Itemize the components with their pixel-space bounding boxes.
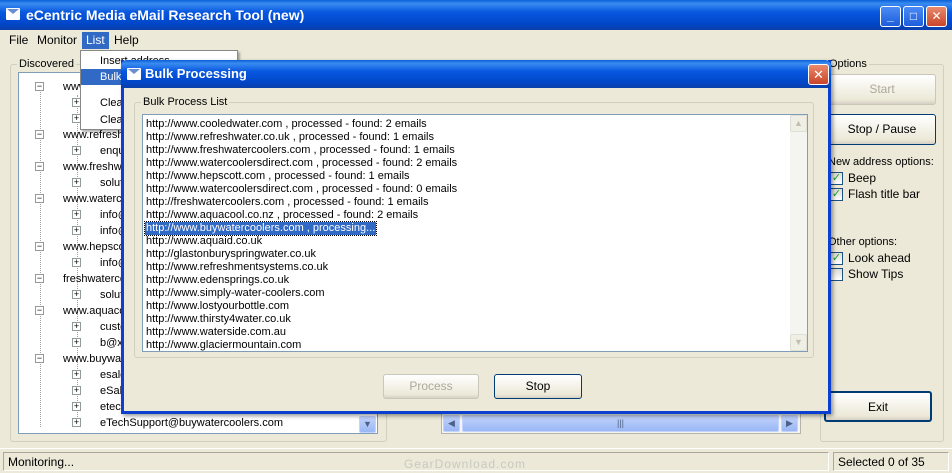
look-ahead-checkbox[interactable]: ✓ <box>830 252 843 265</box>
bulk-list-item[interactable]: http://www.freshwatercoolers.com , proce… <box>145 144 456 157</box>
tree-node-label: www.freshwa <box>63 161 128 173</box>
expand-icon[interactable]: + <box>72 370 81 379</box>
tree-node-label: eTechSupport@buywatercoolers.com <box>100 417 283 429</box>
expand-icon[interactable]: + <box>72 386 81 395</box>
beep-checkbox[interactable]: ✓ <box>830 172 843 185</box>
collapse-icon[interactable]: − <box>35 274 44 283</box>
bulk-list-item[interactable]: http://www.thirsty4water.co.uk <box>145 313 292 326</box>
flash-title-bar-label: Flash title bar <box>848 187 921 201</box>
tree-node-label: b@x <box>100 337 123 349</box>
bulk-list-item[interactable]: http://www.refreshmentsystems.co.uk <box>145 261 329 274</box>
bulk-list-item[interactable]: http://www.simply-water-coolers.com <box>145 287 326 300</box>
expand-icon[interactable]: + <box>72 338 81 347</box>
bulk-processing-dialog: Bulk Processing ✕ Bulk Process List http… <box>121 60 831 414</box>
bulk-process-listbox[interactable]: http://www.cooledwater.com , processed -… <box>142 114 808 352</box>
bulk-list-item[interactable]: http://www.hepscott.com , processed - fo… <box>145 170 411 183</box>
tree-node-label: etec <box>100 401 121 413</box>
menu-help[interactable]: Help <box>110 32 143 49</box>
stop-pause-button[interactable]: Stop / Pause <box>828 114 936 145</box>
bulk-list-item[interactable]: http://www.buywatercoolers.com , process… <box>143 221 378 236</box>
bulk-list-item[interactable]: http://www.edensprings.co.uk <box>145 274 290 287</box>
dialog-close-button[interactable]: ✕ <box>808 64 829 85</box>
title-bar[interactable]: eCentric Media eMail Research Tool (new)… <box>0 0 952 30</box>
show-tips-checkbox[interactable] <box>830 268 843 281</box>
collapse-icon[interactable]: − <box>35 242 44 251</box>
look-ahead-label: Look ahead <box>848 251 911 265</box>
tree-node-label: solut <box>100 289 124 301</box>
options-legend: Options <box>827 58 869 70</box>
expand-icon[interactable]: + <box>72 402 81 411</box>
expand-icon[interactable]: + <box>72 178 81 187</box>
expand-icon[interactable]: + <box>72 322 81 331</box>
hscroll-thumb[interactable]: ||| <box>462 415 779 432</box>
tree-node-label: www.hepsco <box>63 241 125 253</box>
bulk-list-item[interactable]: http://www.aquacool.co.nz , processed - … <box>145 209 419 222</box>
dialog-title: Bulk Processing <box>145 66 247 81</box>
bulk-list-item[interactable]: http://www.cooledwater.com , processed -… <box>145 118 428 131</box>
start-button[interactable]: Start <box>828 74 936 105</box>
window-title: eCentric Media eMail Research Tool (new) <box>26 7 305 23</box>
watermark: GearDownload.com <box>404 457 527 471</box>
exit-button[interactable]: Exit <box>824 391 932 422</box>
expand-icon[interactable]: + <box>72 210 81 219</box>
horizontal-scrollbar[interactable]: ◀ ||| ▶ <box>441 413 801 434</box>
expand-icon[interactable]: + <box>72 146 81 155</box>
stop-button[interactable]: Stop <box>494 374 582 399</box>
tree-node-label: freshwaterco <box>63 273 126 285</box>
show-tips-label: Show Tips <box>848 267 904 281</box>
list-scroll-up-button[interactable]: ▲ <box>790 115 807 132</box>
other-options-heading: Other options: <box>828 236 898 248</box>
selection-count: Selected 0 of 35 <box>833 452 949 471</box>
expand-icon[interactable]: + <box>72 258 81 267</box>
collapse-icon[interactable]: − <box>35 162 44 171</box>
menu-file[interactable]: File <box>5 32 32 49</box>
maximize-button[interactable]: □ <box>903 6 924 27</box>
bulk-list-item[interactable]: http://www.glaciermountain.com <box>145 339 302 351</box>
close-button[interactable]: ✕ <box>926 6 947 27</box>
mail-envelope-icon <box>6 8 20 20</box>
collapse-icon[interactable]: − <box>35 306 44 315</box>
menu-monitor[interactable]: Monitor <box>33 32 81 49</box>
tree-scroll-down-button[interactable]: ▼ <box>359 416 376 433</box>
tree-node-label: solut <box>100 177 124 189</box>
bulk-list-item[interactable]: http://www.aquaid.co.uk <box>145 235 263 248</box>
collapse-icon[interactable]: − <box>35 194 44 203</box>
bulk-list-item[interactable]: http://www.waterside.com.au <box>145 326 287 339</box>
beep-label: Beep <box>848 171 877 185</box>
bulk-list-item[interactable]: http://www.refreshwater.co.uk , processe… <box>145 131 435 144</box>
discovered-legend: Discovered <box>17 58 77 70</box>
listbox-vertical-scrollbar[interactable]: ▲ ▼ <box>790 115 807 351</box>
mail-envelope-icon <box>127 68 141 80</box>
bulk-list-item[interactable]: http://www.watercoolersdirect.com , proc… <box>145 157 458 170</box>
flash-title-bar-checkbox[interactable]: ✓ <box>830 188 843 201</box>
hscroll-left-button[interactable]: ◀ <box>443 415 460 432</box>
hscroll-right-button[interactable]: ▶ <box>781 415 798 432</box>
dialog-title-bar[interactable]: Bulk Processing ✕ <box>121 60 831 88</box>
menu-list[interactable]: List <box>82 32 109 49</box>
tree-node-label: www.waterc <box>63 193 122 205</box>
new-address-options-heading: New address options: <box>828 156 934 168</box>
bulk-list-item[interactable]: http://www.watercoolersdirect.com , proc… <box>145 183 458 196</box>
expand-icon[interactable]: + <box>72 226 81 235</box>
bulk-process-list-legend: Bulk Process List <box>141 96 230 108</box>
tree-node-label: www.aquaco <box>63 305 126 317</box>
expand-icon[interactable]: + <box>72 418 81 427</box>
minimize-button[interactable]: _ <box>880 6 901 27</box>
tree-node-label: www.buywat <box>63 353 125 365</box>
list-scroll-down-button[interactable]: ▼ <box>790 334 807 351</box>
bulk-list-item[interactable]: http://www.lostyourbottle.com <box>145 300 290 313</box>
collapse-icon[interactable]: − <box>35 82 44 91</box>
bulk-list-item[interactable]: http://glastonburyspringwater.co.uk <box>145 248 317 261</box>
collapse-icon[interactable]: − <box>35 354 44 363</box>
process-button[interactable]: Process <box>383 374 479 399</box>
bulk-list-item[interactable]: http://freshwatercoolers.com , processed… <box>145 196 429 209</box>
menu-bar: File Monitor List Help <box>0 30 952 50</box>
expand-icon[interactable]: + <box>72 290 81 299</box>
collapse-icon[interactable]: − <box>35 130 44 139</box>
tree-node-label: eSal <box>100 385 123 397</box>
